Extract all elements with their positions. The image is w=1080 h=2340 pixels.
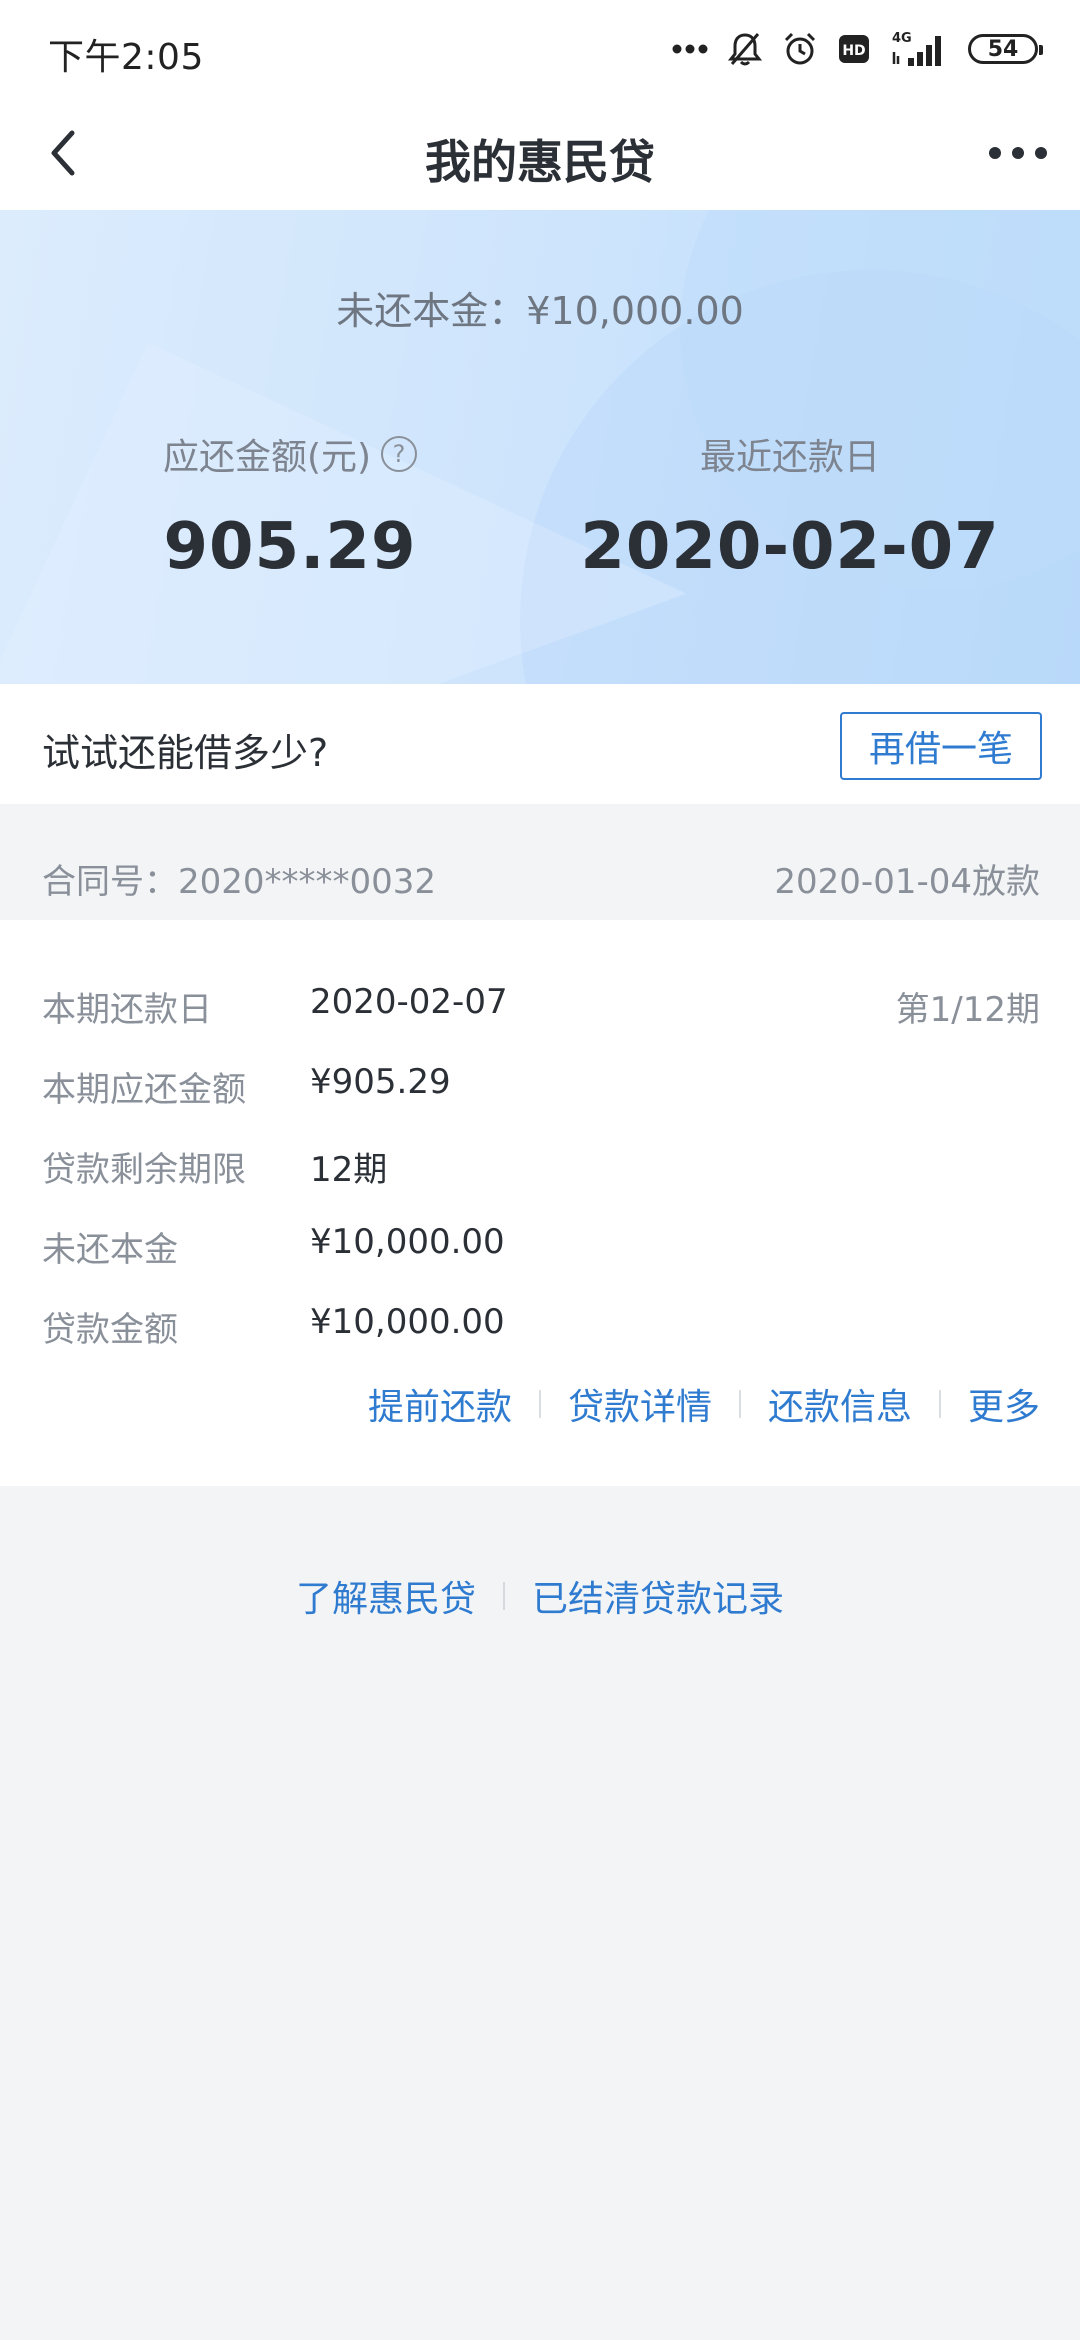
detail-row-remaining-term: 贷款剩余期限 12期 [0,1130,1080,1190]
divider [503,1582,505,1610]
next-repayment-date-value: 2020-02-07 [580,510,1000,584]
more-dots-icon [989,147,1047,159]
repayment-info-link[interactable]: 还款信息 [768,1378,912,1430]
loan-summary-banner: 未还本金：¥10,000.00 应还金额(元) ? 905.29 最近还款日 2… [0,210,1080,684]
detail-row-current-amount: 本期应还金额 ¥905.29 [0,1050,1080,1110]
next-repayment-date-block: 最近还款日 2020-02-07 [560,428,1020,584]
svg-text:HD: HD [842,43,865,59]
learn-about-link[interactable]: 了解惠民贷 [296,1570,476,1622]
next-repayment-date-label-row: 最近还款日 [560,428,1020,480]
signal-4g-icon: 4G [890,30,948,68]
borrow-more-row: 试试还能借多少? 再借一笔 [0,684,1080,804]
help-icon[interactable]: ? [381,436,418,472]
nav-bar: 我的惠民贷 [0,96,1080,210]
divider [538,1390,541,1418]
detail-value: ¥905.29 [310,1062,451,1102]
amount-due-label-row: 应还金额(元) ? [90,428,490,480]
detail-value: ¥10,000.00 [310,1222,505,1262]
detail-label: 未还本金 [42,1230,178,1270]
detail-row-outstanding-principal: 未还本金 ¥10,000.00 [0,1210,1080,1270]
detail-value: 12期 [310,1150,388,1190]
loan-action-links: 提前还款 贷款详情 还款信息 更多 [368,1378,1040,1430]
installment-period: 第1/12期 [895,990,1040,1030]
status-bar: 下午2:05 HD 4G 54 [0,0,1080,96]
detail-label: 贷款剩余期限 [42,1150,246,1190]
contract-number: 合同号：2020*****0032 [42,862,437,902]
outstanding-principal: 未还本金：¥10,000.00 [0,280,1080,335]
status-time: 下午2:05 [48,37,204,78]
battery-icon: 54 [968,34,1043,64]
more-link[interactable]: 更多 [968,1378,1040,1430]
more-notifications-icon [672,43,708,55]
early-repayment-link[interactable]: 提前还款 [368,1378,512,1430]
contract-header: 合同号：2020*****0032 2020-01-04放款 [0,804,1080,920]
page-title: 我的惠民贷 [425,135,655,189]
help-glyph: ? [392,440,406,468]
amount-due-value: 905.29 [163,510,417,584]
hd-icon: HD [838,34,870,64]
battery-level: 54 [987,36,1019,62]
amount-due-label: 应还金额(元) [162,437,372,478]
loan-release-date: 2020-01-04放款 [774,862,1040,902]
status-icons: HD 4G 54 [672,26,1043,72]
settled-loans-link[interactable]: 已结清贷款记录 [532,1570,784,1622]
divider [938,1390,941,1418]
outstanding-principal-label: 未还本金： [336,289,527,333]
alarm-clock-icon [782,31,818,67]
svg-text:4G: 4G [892,31,912,46]
loan-details-card: 本期还款日 2020-02-07 第1/12期 本期应还金额 ¥905.29 贷… [0,920,1080,1486]
outstanding-principal-value: ¥10,000.00 [526,289,744,333]
footer-links: 了解惠民贷 已结清贷款记录 [0,1570,1080,1622]
detail-row-current-due-date: 本期还款日 2020-02-07 第1/12期 [0,970,1080,1030]
divider [738,1390,741,1418]
detail-label: 本期应还金额 [42,1070,246,1110]
amount-due-block: 应还金额(元) ? 905.29 [90,428,490,584]
detail-row-loan-amount: 贷款金额 ¥10,000.00 [0,1290,1080,1350]
detail-label: 本期还款日 [42,990,212,1030]
detail-value: ¥10,000.00 [310,1302,505,1342]
borrow-more-text: 试试还能借多少? [42,731,329,775]
next-repayment-date-label: 最近还款日 [699,437,880,478]
bell-muted-icon [728,31,762,67]
detail-value: 2020-02-07 [310,982,508,1022]
loan-details-link[interactable]: 贷款详情 [568,1378,712,1430]
detail-label: 贷款金额 [42,1310,178,1350]
borrow-again-button[interactable]: 再借一笔 [840,712,1042,780]
more-menu-button[interactable] [980,126,1056,180]
